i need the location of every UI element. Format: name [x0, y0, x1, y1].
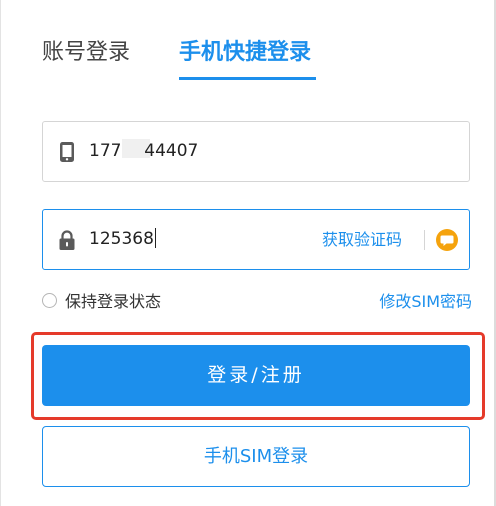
lock-icon	[58, 229, 76, 251]
login-register-button[interactable]: 登录/注册	[42, 345, 470, 406]
verification-code-input[interactable]: 125368	[89, 210, 156, 269]
sim-login-button[interactable]: 手机SIM登录	[42, 426, 470, 487]
mobile-phone-icon	[58, 141, 76, 163]
remember-login-radio[interactable]	[42, 293, 57, 308]
remember-login-label: 保持登录状态	[65, 292, 162, 311]
verification-code-field[interactable]: 125368 获取验证码	[42, 209, 470, 270]
change-sim-password-link[interactable]: 修改SIM密码	[379, 290, 472, 314]
phone-number-field[interactable]: 1777 44407	[42, 121, 470, 182]
text-caret	[154, 228, 156, 248]
tab-account-login[interactable]: 账号登录	[42, 36, 130, 70]
tab-phone-quick-login[interactable]: 手机快捷登录	[179, 36, 311, 70]
active-tab-indicator	[179, 77, 316, 80]
panel-left-border	[0, 0, 1, 506]
phone-number-value[interactable]: 1777 44407	[89, 122, 198, 181]
field-divider	[424, 230, 425, 250]
get-code-link[interactable]: 获取验证码	[322, 210, 402, 269]
verification-code-value: 125368	[89, 229, 154, 249]
phone-number-suffix: 44407	[144, 141, 199, 161]
chat-bubble-icon[interactable]	[436, 229, 458, 251]
